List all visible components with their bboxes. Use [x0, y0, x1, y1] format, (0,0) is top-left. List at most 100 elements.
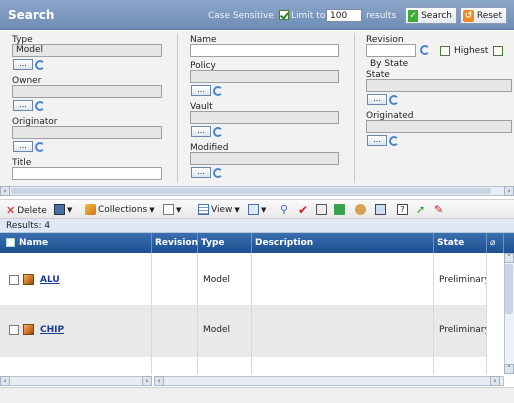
spreadsheet-icon[interactable] [334, 204, 345, 215]
owner-field[interactable] [12, 85, 162, 98]
footer-bar [0, 387, 514, 403]
model-icon [23, 274, 34, 285]
refresh-icon[interactable] [213, 86, 223, 96]
row-state: Preliminary [434, 305, 487, 357]
row-revision [152, 253, 198, 305]
eraser-icon[interactable]: ✎ [434, 203, 443, 216]
originator-chooser-button[interactable]: ... [13, 141, 33, 152]
refresh-icon[interactable] [420, 45, 430, 55]
clipboard-icon[interactable] [316, 204, 327, 215]
search-form: Type Model ... Owner ... Originator ... … [0, 31, 514, 186]
print-icon[interactable] [355, 204, 366, 215]
row-name-link[interactable]: ALU [40, 275, 60, 285]
revision-input[interactable] [366, 44, 416, 57]
owner-chooser-button[interactable]: ... [13, 100, 33, 111]
search-button[interactable]: ✓ Search [405, 7, 457, 24]
type-chooser-button[interactable]: ... [13, 59, 33, 70]
originated-chooser-button[interactable]: ... [367, 135, 387, 146]
scroll-thumb[interactable] [505, 264, 513, 314]
modified-chooser-button[interactable]: ... [191, 167, 211, 178]
highest-label: Highest [454, 46, 489, 56]
format-menu[interactable]: ▼ [248, 204, 266, 215]
chevron-down-icon: ▼ [176, 205, 182, 214]
modified-field[interactable] [190, 152, 339, 165]
column-divider [177, 33, 178, 183]
checkmark-icon[interactable]: ✔ [298, 203, 308, 217]
row-revision [152, 305, 198, 357]
table-horizontal-scrollbar[interactable] [154, 376, 504, 386]
arrow-up-right-icon[interactable]: ➚ [416, 203, 425, 216]
scroll-left-arrow[interactable]: ‹ [0, 376, 10, 386]
chevron-down-icon: ▼ [234, 205, 240, 214]
highest-checkbox[interactable] [440, 46, 450, 56]
row-checkbox[interactable] [9, 325, 19, 335]
state-chooser-button[interactable]: ... [367, 94, 387, 105]
row-description [252, 253, 434, 305]
help-icon[interactable]: ? [397, 204, 408, 215]
frozen-horizontal-scrollbar[interactable] [0, 376, 152, 386]
delete-button[interactable]: ✕ Delete [6, 204, 47, 217]
row-checkbox[interactable] [9, 275, 19, 285]
case-sensitive-label: Case Sensitive [208, 11, 274, 21]
name-input[interactable] [190, 44, 339, 57]
model-icon [23, 324, 34, 335]
column-header-description[interactable]: Description [252, 233, 434, 253]
scroll-left-arrow[interactable]: ‹ [0, 186, 10, 196]
refresh-icon[interactable] [35, 142, 45, 152]
column-header-state[interactable]: State [434, 233, 487, 253]
row-type: Model [198, 305, 252, 357]
refresh-icon[interactable] [35, 101, 45, 111]
check-icon: ✓ [408, 9, 419, 22]
refresh-icon[interactable] [213, 168, 223, 178]
column-header-revision[interactable]: Revision [152, 233, 198, 253]
originator-field[interactable] [12, 126, 162, 139]
reset-button[interactable]: ↺ Reset [460, 7, 507, 24]
chevron-down-icon: ▼ [67, 205, 73, 214]
policy-field[interactable] [190, 70, 339, 83]
policy-chooser-button[interactable]: ... [191, 85, 211, 96]
latest-checkbox[interactable] [493, 46, 503, 56]
scroll-up-arrow[interactable]: ˄ [504, 253, 514, 263]
refresh-icon[interactable] [213, 127, 223, 137]
originated-field[interactable] [366, 120, 512, 133]
copy-menu[interactable]: ▼ [163, 204, 181, 215]
refresh-icon[interactable] [389, 136, 399, 146]
scroll-right-arrow[interactable]: › [504, 186, 514, 196]
collections-menu[interactable]: Collections ▼ [85, 204, 155, 215]
results-label: results [366, 11, 397, 21]
row-name-link[interactable]: CHIP [40, 325, 64, 335]
column-header-type[interactable]: Type [198, 233, 252, 253]
table-header: Name Revision Type Description State ⌀ [0, 233, 514, 253]
export-icon[interactable] [375, 204, 386, 215]
search-button-label: Search [421, 10, 452, 21]
state-field[interactable] [366, 79, 512, 92]
vault-field[interactable] [190, 111, 339, 124]
title-input[interactable] [12, 167, 162, 180]
delete-label: Delete [17, 205, 47, 216]
save-icon [54, 204, 65, 215]
scroll-down-arrow[interactable]: ˅ [504, 364, 514, 374]
table-row[interactable]: ALU Model Preliminary [0, 253, 487, 305]
results-bar: Results: 4 [0, 219, 514, 233]
limit-input[interactable]: 100 [326, 9, 362, 22]
refresh-icon[interactable] [35, 60, 45, 70]
vault-chooser-button[interactable]: ... [191, 126, 211, 137]
scroll-left-arrow[interactable]: ‹ [154, 376, 164, 386]
scroll-right-arrow[interactable]: › [142, 376, 152, 386]
view-menu[interactable]: View ▼ [198, 204, 240, 215]
refresh-icon[interactable] [389, 95, 399, 105]
select-all-checkbox[interactable] [6, 238, 15, 247]
filter-icon[interactable]: ⚲ [280, 203, 288, 216]
scroll-thumb[interactable] [11, 188, 491, 194]
results-toolbar: ✕ Delete ▼ Collections ▼ ▼ View ▼ ▼ ⚲ ✔ … [0, 199, 514, 219]
limit-checkbox[interactable] [279, 10, 289, 20]
save-menu[interactable]: ▼ [54, 204, 72, 215]
table-row[interactable]: CHIP Model Preliminary [0, 305, 487, 357]
column-header-name[interactable]: Name [0, 233, 152, 253]
format-icon [248, 204, 259, 215]
scroll-right-arrow[interactable]: › [490, 376, 500, 386]
row-description [252, 305, 434, 357]
chevron-down-icon: ▼ [261, 205, 267, 214]
type-field[interactable]: Model [12, 44, 162, 57]
table-view-icon [198, 204, 209, 215]
